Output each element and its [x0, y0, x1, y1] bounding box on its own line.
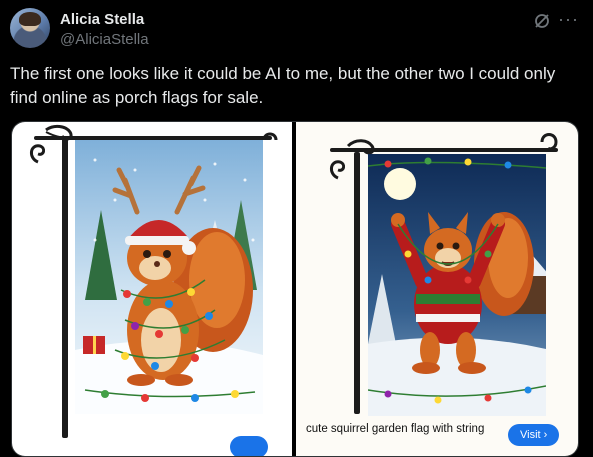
visit-button-right[interactable]: Visit ›	[508, 424, 560, 446]
more-icon[interactable]: ···	[558, 10, 579, 28]
avatar-hair	[19, 12, 41, 26]
visit-button-left[interactable]	[230, 436, 268, 456]
post-header: Alicia Stella @AliciaStella ···	[10, 8, 583, 52]
caption-right[interactable]: cute squirrel garden flag with string	[306, 422, 502, 450]
caption-left	[22, 436, 218, 456]
media-image-left[interactable]	[12, 122, 292, 456]
post-text: The first one looks like it could be AI …	[10, 64, 556, 107]
grok-icon[interactable]	[533, 12, 551, 30]
media-image-right[interactable]: cute squirrel garden flag with string Vi…	[296, 122, 578, 456]
author-name[interactable]: Alicia Stella	[60, 11, 144, 28]
flag-artwork-reindeer-squirrel	[75, 140, 263, 414]
flag-pole	[62, 138, 68, 438]
flag-pole	[354, 152, 360, 414]
media-grid[interactable]: cute squirrel garden flag with string Vi…	[11, 121, 579, 457]
author-handle[interactable]: @AliciaStella	[60, 31, 149, 48]
flag-artwork-sweater-squirrel	[368, 154, 546, 416]
avatar[interactable]	[10, 8, 50, 48]
